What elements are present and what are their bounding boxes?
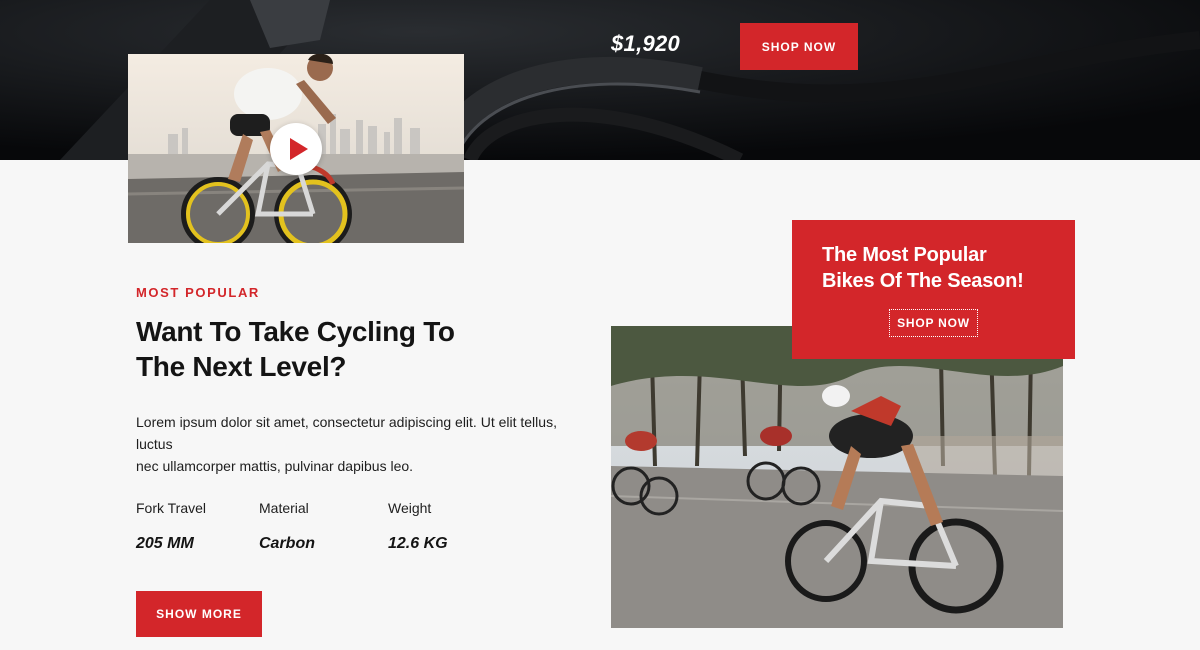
- play-icon: [289, 138, 308, 160]
- spec-value-weight: 12.6 KG: [388, 535, 448, 552]
- spec-value-fork-travel: 205 MM: [136, 535, 194, 552]
- road-cyclists-image: [611, 326, 1063, 628]
- promo-card: The Most Popular Bikes Of The Season! SH…: [792, 220, 1075, 359]
- section-body: Lorem ipsum dolor sit amet, consectetur …: [136, 411, 586, 477]
- promo-title-line-1: The Most Popular: [822, 244, 987, 266]
- spec-label-material: Material: [259, 500, 309, 516]
- show-more-button[interactable]: SHOW MORE: [136, 591, 262, 637]
- hero-price: $1,920: [611, 31, 681, 56]
- section-eyebrow: MOST POPULAR: [136, 285, 260, 300]
- headline-line-2: The Next Level?: [136, 351, 347, 382]
- promo-shop-now-button[interactable]: SHOP NOW: [889, 309, 978, 337]
- spec-value-material: Carbon: [259, 535, 315, 552]
- promo-title: The Most Popular Bikes Of The Season!: [822, 242, 1062, 294]
- spec-label-fork-travel: Fork Travel: [136, 500, 207, 516]
- body-line-1: Lorem ipsum dolor sit amet, consectetur …: [136, 414, 557, 452]
- promo-title-line-2: Bikes Of The Season!: [822, 270, 1024, 292]
- section-headline: Want To Take Cycling To The Next Level?: [136, 314, 496, 384]
- hero-shop-now-button[interactable]: SHOP NOW: [740, 23, 858, 70]
- spec-label-weight: Weight: [388, 500, 432, 516]
- headline-line-1: Want To Take Cycling To: [136, 316, 455, 347]
- body-line-2: nec ullamcorper mattis, pulvinar dapibus…: [136, 458, 414, 474]
- race-photo: [611, 326, 1063, 628]
- video-thumbnail[interactable]: [128, 54, 464, 243]
- play-button[interactable]: [270, 123, 322, 175]
